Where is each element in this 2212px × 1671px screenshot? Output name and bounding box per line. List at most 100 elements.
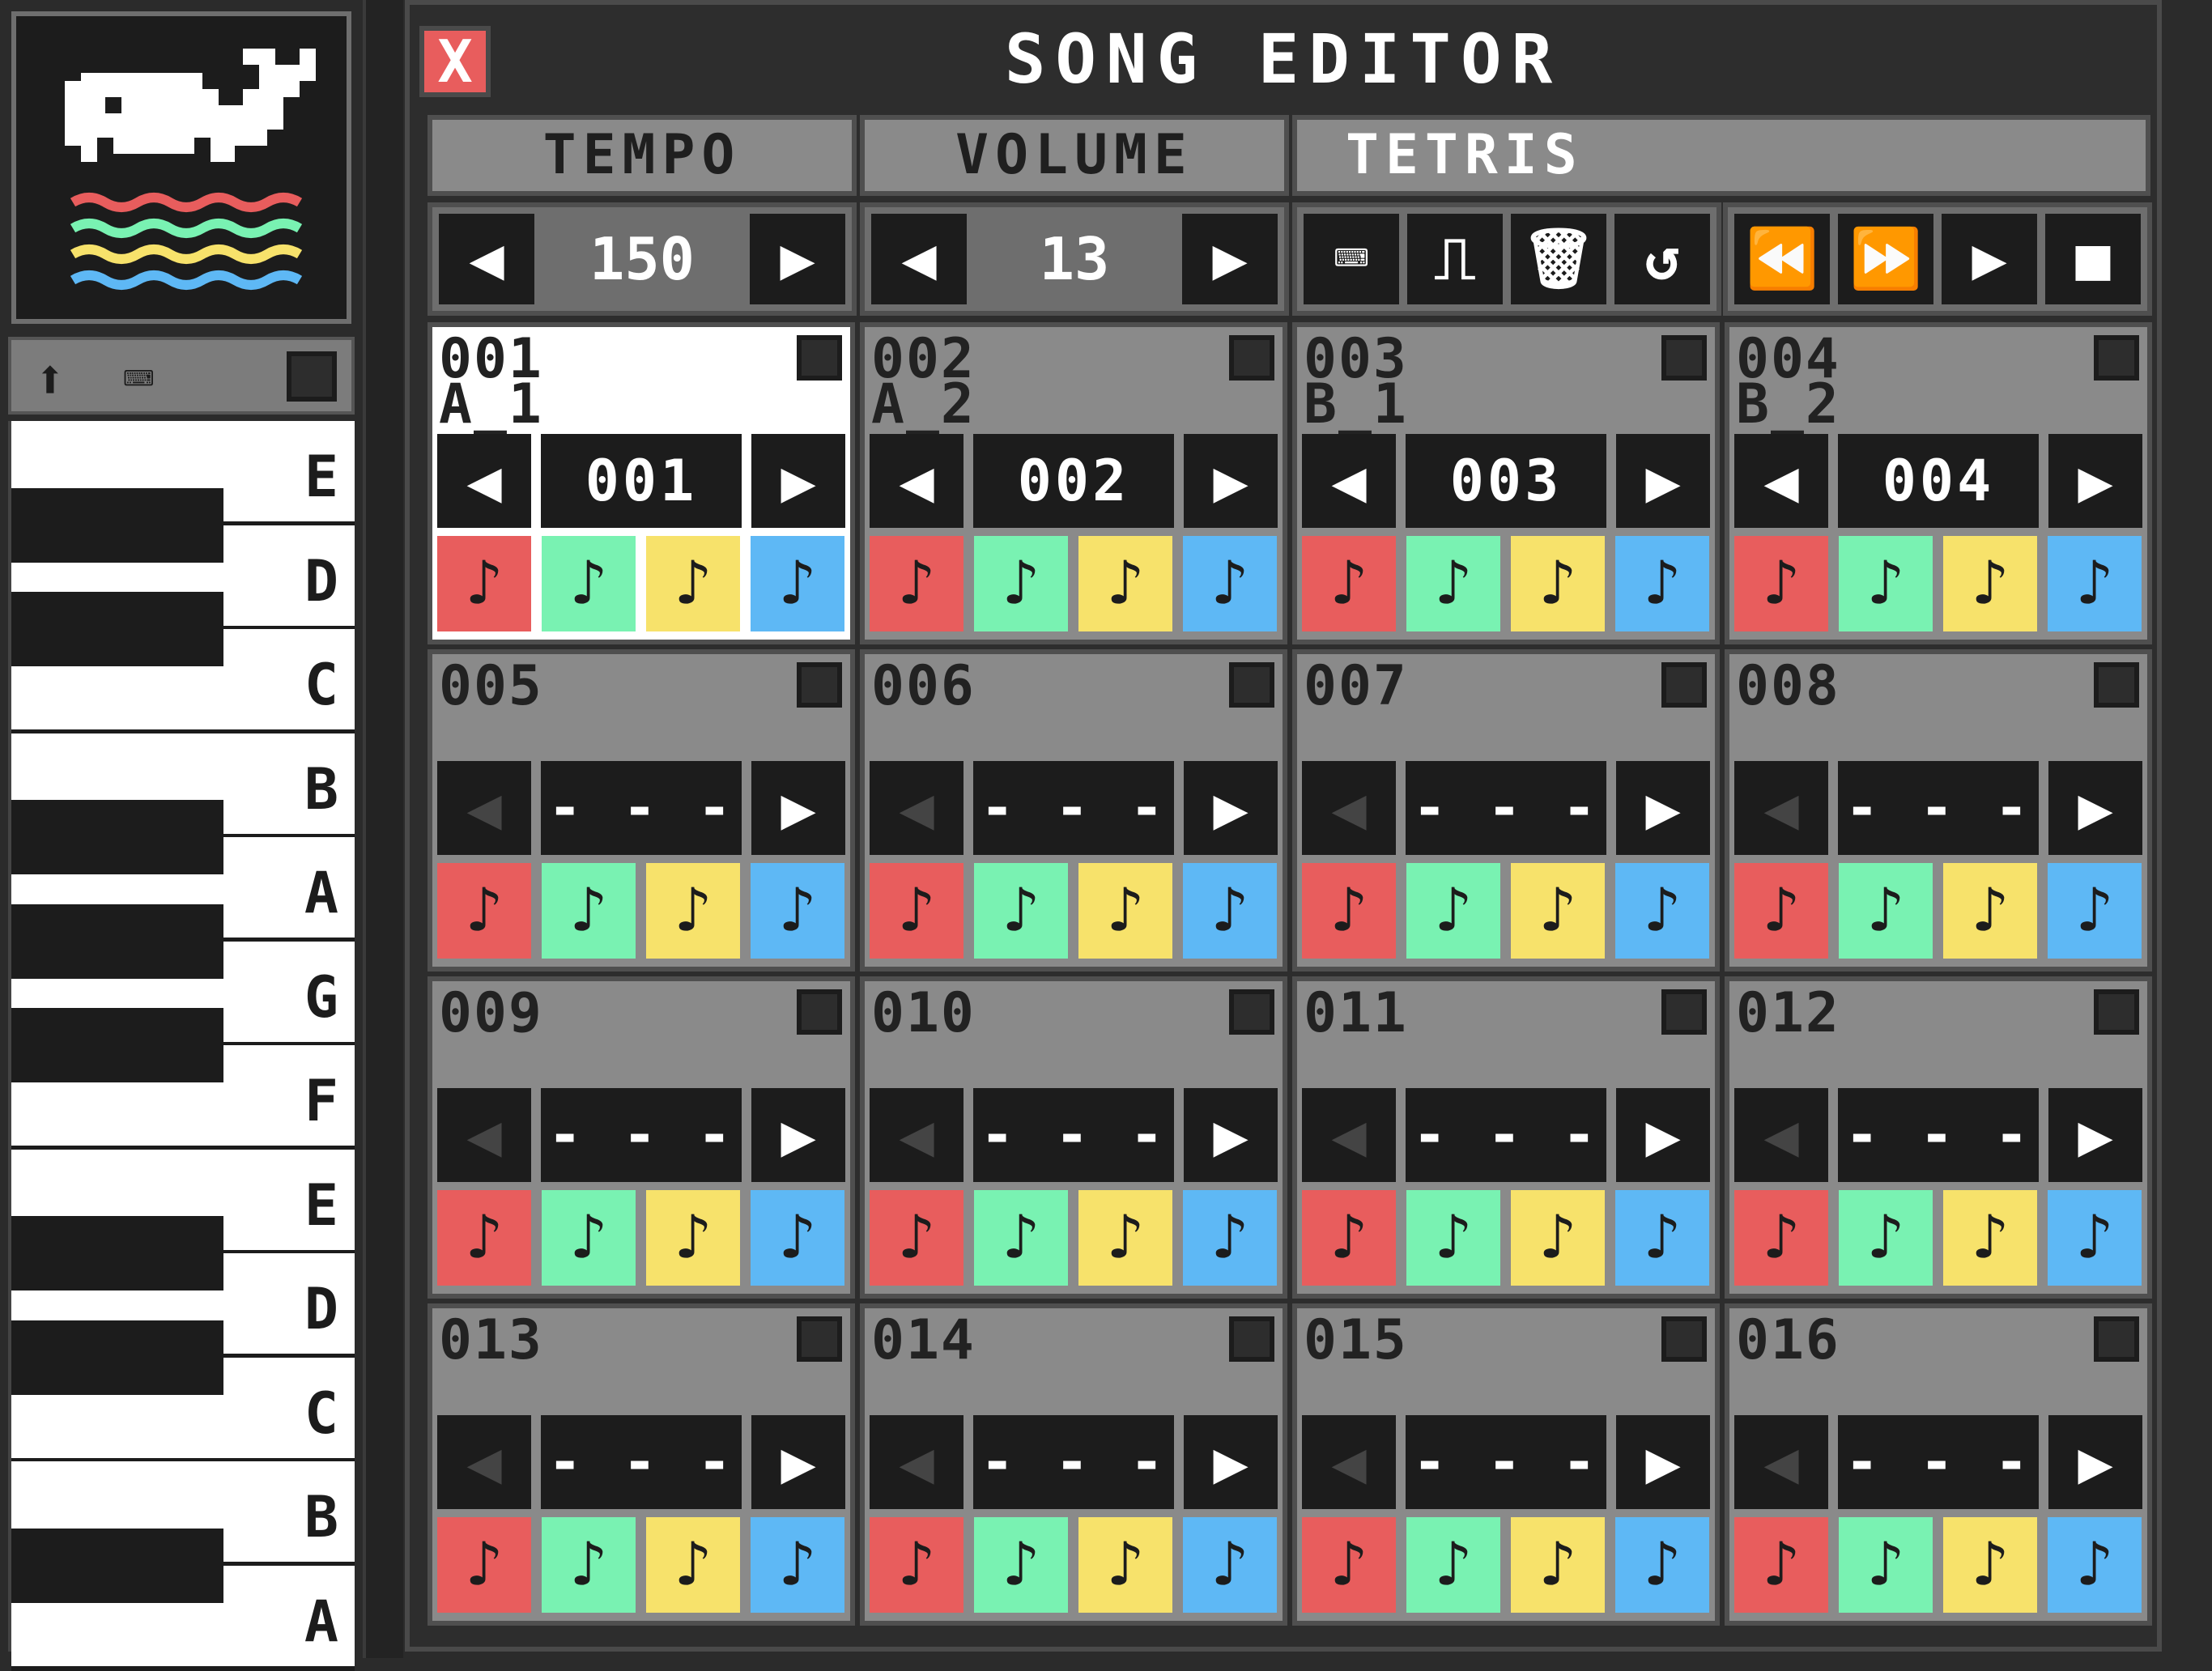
pattern-prev-button[interactable]: ◀	[437, 761, 531, 855]
pattern-prev-button[interactable]: ◀	[870, 1415, 963, 1509]
pattern-cell[interactable]: 010 ◀ - - - ▶ ♪ ♪ ♪ ♪	[860, 976, 1287, 1299]
pattern-cell[interactable]: 011 ◀ - - - ▶ ♪ ♪ ♪ ♪	[1292, 976, 1720, 1299]
channel-note-icon[interactable]: ♪	[646, 1190, 740, 1286]
pattern-checkbox[interactable]	[2094, 989, 2139, 1035]
pattern-prev-button[interactable]: ◀	[870, 1088, 963, 1182]
pattern-prev-button[interactable]: ◀	[1734, 761, 1828, 855]
channel-note-icon[interactable]: ♪	[437, 536, 531, 631]
channel-note-icon[interactable]: ♪	[646, 1517, 740, 1613]
pattern-next-button[interactable]: ▶	[1184, 1415, 1278, 1509]
channel-note-icon[interactable]: ♪	[1943, 1190, 2037, 1286]
channel-note-icon[interactable]: ♪	[1183, 536, 1277, 631]
channel-note-icon[interactable]: ♪	[1406, 863, 1500, 959]
pattern-next-button[interactable]: ▶	[1184, 434, 1278, 528]
channel-note-icon[interactable]: ♪	[1615, 863, 1709, 959]
channel-note-icon[interactable]: ♪	[2048, 863, 2142, 959]
piano-key-black[interactable]	[11, 1216, 223, 1290]
channel-note-icon[interactable]: ♪	[870, 536, 963, 631]
pattern-checkbox[interactable]	[1661, 335, 1707, 381]
channel-note-icon[interactable]: ♪	[974, 863, 1068, 959]
channel-note-icon[interactable]: ♪	[1839, 1190, 1933, 1286]
pattern-next-button[interactable]: ▶	[1184, 1088, 1278, 1182]
pattern-checkbox[interactable]	[2094, 1316, 2139, 1362]
pattern-cell[interactable]: 008 ◀ - - - ▶ ♪ ♪ ♪ ♪	[1725, 649, 2152, 972]
pattern-next-button[interactable]: ▶	[751, 1415, 845, 1509]
pattern-next-button[interactable]: ▶	[751, 1088, 845, 1182]
tempo-increase-button[interactable]: ▶	[750, 214, 845, 304]
pattern-checkbox[interactable]	[797, 1316, 842, 1362]
channel-note-icon[interactable]: ♪	[1078, 536, 1172, 631]
pattern-cell[interactable]: 016 ◀ - - - ▶ ♪ ♪ ♪ ♪	[1725, 1303, 2152, 1626]
channel-note-icon[interactable]: ♪	[1615, 1517, 1709, 1613]
channel-note-icon[interactable]: ♪	[751, 1517, 844, 1613]
undo-icon[interactable]: ↺	[1614, 214, 1710, 304]
channel-note-icon[interactable]: ♪	[1302, 863, 1396, 959]
channel-note-icon[interactable]: ♪	[542, 863, 636, 959]
channel-note-icon[interactable]: ♪	[1615, 536, 1709, 631]
pattern-cell[interactable]: 001 A_1 ◀ 001 ▶ ♪ ♪ ♪ ♪	[428, 322, 855, 644]
pattern-checkbox[interactable]	[797, 335, 842, 381]
pattern-prev-button[interactable]: ◀	[870, 761, 963, 855]
waveform-icon[interactable]: ⎍	[1407, 214, 1503, 304]
piano-key-black[interactable]	[11, 904, 223, 979]
channel-note-icon[interactable]: ♪	[1183, 1190, 1277, 1286]
pattern-prev-button[interactable]: ◀	[870, 434, 963, 528]
pattern-checkbox[interactable]	[1661, 662, 1707, 708]
play-icon[interactable]: ▶	[1942, 214, 2037, 304]
pattern-checkbox[interactable]	[1229, 989, 1274, 1035]
channel-note-icon[interactable]: ♪	[1839, 1517, 1933, 1613]
channel-note-icon[interactable]: ♪	[751, 1190, 844, 1286]
channel-note-icon[interactable]: ♪	[1615, 1190, 1709, 1286]
piano-key-black[interactable]	[11, 487, 223, 563]
pattern-next-button[interactable]: ▶	[2048, 761, 2142, 855]
channel-note-icon[interactable]: ♪	[870, 863, 963, 959]
pattern-cell[interactable]: 012 ◀ - - - ▶ ♪ ♪ ♪ ♪	[1725, 976, 2152, 1299]
pattern-cell[interactable]: 013 ◀ - - - ▶ ♪ ♪ ♪ ♪	[428, 1303, 855, 1626]
piano-key-black[interactable]	[11, 800, 223, 874]
piano-key-black[interactable]	[11, 1008, 223, 1082]
channel-note-icon[interactable]: ♪	[1511, 1517, 1605, 1613]
channel-note-icon[interactable]: ♪	[1078, 1517, 1172, 1613]
pattern-checkbox[interactable]	[1661, 1316, 1707, 1362]
pattern-prev-button[interactable]: ◀	[1302, 434, 1396, 528]
piano-key-black[interactable]	[11, 1320, 223, 1395]
channel-note-icon[interactable]: ♪	[1511, 536, 1605, 631]
channel-note-icon[interactable]: ♪	[751, 536, 844, 631]
pattern-cell[interactable]: 004 B_2 ◀ 004 ▶ ♪ ♪ ♪ ♪	[1725, 322, 2152, 644]
pattern-next-button[interactable]: ▶	[2048, 1088, 2142, 1182]
pattern-prev-button[interactable]: ◀	[1302, 1088, 1396, 1182]
song-title-header[interactable]: TETRIS	[1292, 115, 2150, 196]
trash-icon[interactable]: 🗑	[1511, 214, 1606, 304]
pattern-checkbox[interactable]	[1229, 335, 1274, 381]
pattern-next-button[interactable]: ▶	[751, 761, 845, 855]
channel-note-icon[interactable]: ♪	[1078, 1190, 1172, 1286]
pattern-prev-button[interactable]: ◀	[1734, 434, 1828, 528]
pattern-cell[interactable]: 015 ◀ - - - ▶ ♪ ♪ ♪ ♪	[1292, 1303, 1720, 1626]
piano-key-black[interactable]	[11, 1528, 223, 1603]
pattern-prev-button[interactable]: ◀	[1734, 1088, 1828, 1182]
pattern-next-button[interactable]: ▶	[751, 434, 845, 528]
pattern-cell[interactable]: 014 ◀ - - - ▶ ♪ ♪ ♪ ♪	[860, 1303, 1287, 1626]
channel-note-icon[interactable]: ♪	[974, 1190, 1068, 1286]
channel-note-icon[interactable]: ♪	[1078, 863, 1172, 959]
channel-note-icon[interactable]: ♪	[870, 1517, 963, 1613]
channel-note-icon[interactable]: ♪	[542, 1190, 636, 1286]
channel-note-icon[interactable]: ♪	[437, 863, 531, 959]
pattern-cell[interactable]: 006 ◀ - - - ▶ ♪ ♪ ♪ ♪	[860, 649, 1287, 972]
channel-note-icon[interactable]: ♪	[1734, 863, 1828, 959]
channel-note-icon[interactable]: ♪	[870, 1190, 963, 1286]
channel-note-icon[interactable]: ♪	[2048, 1517, 2142, 1613]
channel-note-icon[interactable]: ♪	[1839, 536, 1933, 631]
pattern-checkbox[interactable]	[2094, 662, 2139, 708]
volume-increase-button[interactable]: ▶	[1182, 214, 1278, 304]
channel-note-icon[interactable]: ♪	[1302, 536, 1396, 631]
up-arrow-icon[interactable]: ⬆	[34, 348, 66, 410]
channel-note-icon[interactable]: ♪	[751, 863, 844, 959]
channel-note-icon[interactable]: ♪	[437, 1190, 531, 1286]
pattern-next-button[interactable]: ▶	[1616, 1415, 1710, 1509]
channel-note-icon[interactable]: ♪	[1302, 1190, 1396, 1286]
pattern-next-button[interactable]: ▶	[2048, 434, 2142, 528]
fast-forward-icon[interactable]: ⏩	[1838, 214, 1933, 304]
pattern-next-button[interactable]: ▶	[1616, 761, 1710, 855]
channel-note-icon[interactable]: ♪	[1302, 1517, 1396, 1613]
